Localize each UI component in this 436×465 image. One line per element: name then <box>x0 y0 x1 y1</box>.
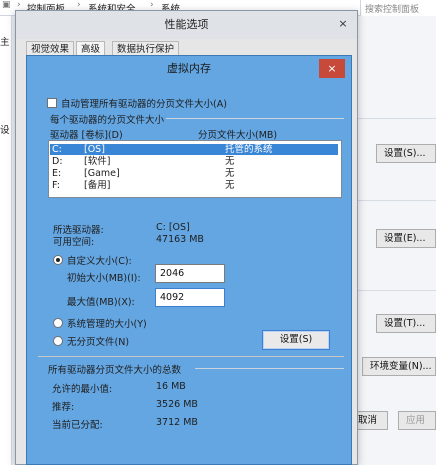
auto-manage-label: 自动管理所有驱动器的分页文件大小(A) <box>61 99 227 110</box>
environment-variables-button[interactable]: 环境变量(N)... <box>362 357 436 376</box>
close-icon[interactable]: × <box>335 17 351 31</box>
free-space-label: 可用空间: <box>53 237 95 248</box>
drive-label: [Game] <box>84 168 120 179</box>
divider <box>38 356 344 357</box>
current-allocated-value: 3712 MB <box>156 417 198 428</box>
drive-row[interactable]: C: [OS] 托管的系统 <box>50 144 338 155</box>
profile-settings-button[interactable]: 设置(E)... <box>376 229 436 248</box>
drive-row[interactable]: E: [Game] 无 <box>50 168 338 179</box>
group-line <box>166 118 344 119</box>
drive-pagefile-size: 无 <box>225 156 235 167</box>
breadcrumb-separator-icon: › <box>17 0 21 10</box>
drive-pagefile-size: 无 <box>225 168 235 179</box>
selected-drive-value: C: [OS] <box>156 222 190 233</box>
startup-settings-button[interactable]: 设置(T)... <box>376 314 436 333</box>
breadcrumb-separator-icon: › <box>150 0 154 10</box>
initial-size-input[interactable]: 2046 <box>155 264 225 283</box>
divider <box>358 200 436 201</box>
set-button[interactable]: 设置(S) <box>262 330 330 350</box>
breadcrumb-separator-icon: › <box>77 0 81 10</box>
dialog-title: 性能选项 <box>16 11 357 39</box>
left-pane-text: 主 <box>0 37 10 48</box>
drive-letter: C: <box>52 144 62 155</box>
current-allocated-label: 当前已分配: <box>52 420 103 431</box>
apply-button[interactable]: 应用 <box>398 411 436 430</box>
per-drive-group-label: 每个驱动器的分页文件大小 <box>50 115 165 126</box>
no-pagefile-label: 无分页文件(N) <box>67 337 130 348</box>
drive-letter: E: <box>52 168 62 179</box>
drive-label: [备用] <box>84 180 111 191</box>
drive-letter: D: <box>52 156 63 167</box>
recommended-label: 推荐: <box>52 402 75 413</box>
min-allowed-label: 允许的最小值: <box>52 384 113 395</box>
search-input[interactable]: 搜索控制面板 <box>360 0 436 16</box>
dialog-title: 虚拟内存 <box>167 62 211 75</box>
left-pane-text: 设 <box>0 125 10 136</box>
drive-column-header: 驱动器 [卷标](D) <box>50 130 123 141</box>
auto-manage-checkbox[interactable] <box>47 98 57 108</box>
left-pane: 主 设 <box>0 16 12 465</box>
drive-row[interactable]: F: [备用] 无 <box>50 180 338 191</box>
drive-letter: F: <box>52 180 60 191</box>
total-group-label: 所有驱动器分页文件大小的总数 <box>48 365 182 376</box>
drive-pagefile-size: 托管的系统 <box>225 144 273 155</box>
divider <box>358 118 436 119</box>
drive-label: [OS] <box>84 144 105 155</box>
group-line <box>195 368 344 369</box>
drive-pagefile-size: 无 <box>225 180 235 191</box>
system-managed-label: 系统管理的大小(Y) <box>67 319 147 330</box>
close-icon[interactable]: × <box>319 59 345 78</box>
custom-size-radio[interactable] <box>53 255 63 265</box>
free-space-value: 47163 MB <box>156 234 204 245</box>
system-managed-radio[interactable] <box>53 318 63 328</box>
max-size-label: 最大值(MB)(X): <box>67 297 135 308</box>
drive-row[interactable]: D: [软件] 无 <box>50 156 338 167</box>
max-size-input[interactable]: 4092 <box>155 288 225 307</box>
initial-size-label: 初始大小(MB)(I): <box>67 273 141 284</box>
custom-size-label: 自定义大小(C): <box>67 256 132 267</box>
no-pagefile-radio[interactable] <box>53 336 63 346</box>
performance-settings-button[interactable]: 设置(S)... <box>376 144 436 163</box>
drive-list[interactable]: C: [OS] 托管的系统 D: [软件] 无 E: [Game] 无 F: [… <box>48 140 342 198</box>
min-allowed-value: 16 MB <box>156 381 186 392</box>
pagefile-column-header: 分页文件大小(MB) <box>198 130 278 141</box>
folder-icon: ▣ <box>2 0 11 10</box>
divider <box>358 290 436 291</box>
recommended-value: 3526 MB <box>156 399 198 410</box>
drive-label: [软件] <box>84 156 111 167</box>
